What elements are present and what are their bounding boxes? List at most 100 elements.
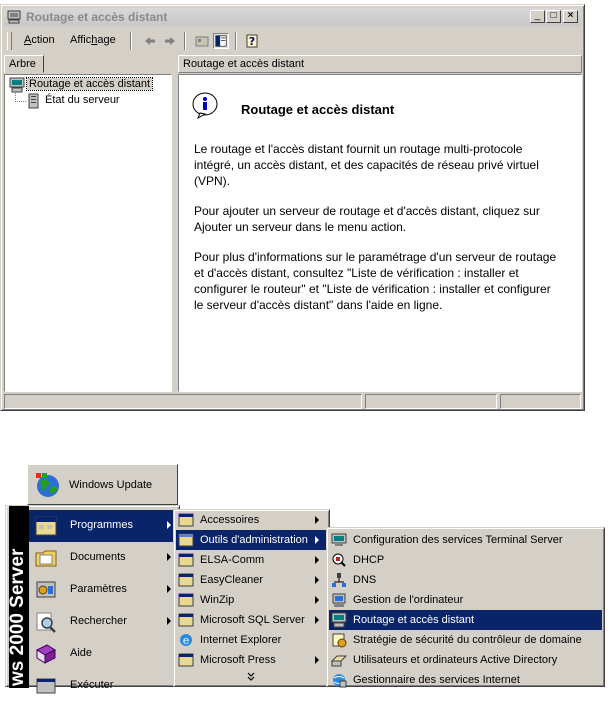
start-item-search[interactable]: Rechercher [29, 606, 179, 638]
toolbar-grip[interactable] [7, 32, 12, 50]
tab-tree-label: Arbre [9, 58, 36, 70]
rras-window: Routage et accès distant _ □ × Action Af… [0, 4, 585, 411]
submenu-arrow-icon [315, 536, 319, 544]
help-book-icon [35, 644, 57, 664]
title-bar[interactable]: Routage et accès distant _ □ × [4, 8, 581, 26]
program-group-icon [178, 613, 194, 627]
submenu-arrow-icon [315, 576, 319, 584]
program-group-icon [178, 573, 194, 587]
content-paragraph: Le routage et l'accès distant fournit un… [194, 142, 539, 188]
up-level-icon[interactable] [194, 33, 210, 49]
program-item-label: Internet Explorer [200, 634, 282, 646]
program-group-icon [178, 553, 194, 567]
search-icon [36, 612, 56, 633]
status-cell [500, 394, 581, 409]
computer-management-icon [332, 593, 346, 607]
status-cell [365, 394, 497, 409]
admin-tool-item[interactable]: DHCP [329, 550, 602, 570]
admin-tool-label: Gestionnaire des services Internet [353, 674, 520, 686]
active-directory-icon [331, 655, 347, 667]
start-item-run[interactable]: Exécuter [29, 670, 179, 702]
content-heading: Routage et accès distant [241, 102, 395, 117]
results-header-label: Routage et accès distant [183, 58, 305, 70]
admin-tool-label: Routage et accès distant [353, 614, 475, 626]
submenu-arrow-icon [167, 617, 171, 625]
back-arrow-icon[interactable] [142, 33, 158, 49]
menu-view[interactable]: Affichage [70, 34, 116, 46]
program-group-icon [178, 593, 194, 607]
close-button[interactable]: × [563, 10, 578, 23]
start-menu: ws 2000 Server Programmes Documents Para… [5, 505, 180, 694]
admin-tool-item[interactable]: Gestionnaire des services Internet [329, 670, 602, 690]
minimize-button[interactable]: _ [530, 10, 545, 23]
submenu-arrow-icon [167, 585, 171, 593]
program-item-admin-tools[interactable]: Outils d'administration [176, 530, 327, 550]
folder-documents-icon [35, 550, 57, 567]
program-item[interactable]: EasyCleaner [176, 570, 327, 590]
start-menu-band: ws 2000 Server [9, 506, 29, 688]
submenu-arrow-icon [167, 553, 171, 561]
admin-tool-label: DNS [353, 574, 377, 586]
tree-item-label: État du serveur [45, 94, 120, 106]
svg-text:?: ? [249, 35, 255, 48]
admin-tool-item[interactable]: DNS [329, 570, 602, 590]
iis-manager-icon [333, 674, 347, 688]
admin-tool-item[interactable]: Stratégie de sécurité du contrôleur de d… [329, 630, 602, 650]
program-group-icon [178, 653, 194, 667]
start-item-documents[interactable]: Documents [29, 542, 179, 574]
programs-submenu: Accessoires Outils d'administration ELSA… [173, 509, 330, 687]
band-text: ws 2000 Server [9, 548, 28, 686]
programs-icon [35, 516, 57, 536]
program-item-label: ELSA-Comm [200, 554, 265, 566]
start-item-label: Programmes [70, 519, 133, 531]
start-item-label: Exécuter [70, 679, 114, 691]
tree-item-server-status[interactable]: État du serveur [25, 93, 165, 109]
maximize-button[interactable]: □ [546, 10, 561, 23]
submenu-arrow-icon [315, 556, 319, 564]
program-item[interactable]: Accessoires [176, 510, 327, 530]
program-item-label: WinZip [200, 594, 235, 606]
show-tree-icon[interactable] [213, 33, 229, 49]
security-policy-icon [332, 633, 347, 648]
dns-icon [332, 573, 346, 587]
content-paragraph: Pour ajouter un serveur de routage et d'… [194, 204, 540, 234]
windows-update-item[interactable]: Windows Update [27, 464, 178, 505]
admin-tool-item[interactable]: Gestion de l'ordinateur [329, 590, 602, 610]
admin-tool-label: Configuration des services Terminal Serv… [353, 534, 563, 546]
status-cell [4, 394, 362, 409]
submenu-arrow-icon [315, 656, 319, 664]
program-item-label: Microsoft Press [200, 654, 276, 666]
admin-tool-item-rras[interactable]: Routage et accès distant [329, 610, 602, 630]
admin-tool-item[interactable]: Utilisateurs et ordinateurs Active Direc… [329, 650, 602, 670]
toolbar-separator [130, 32, 132, 50]
submenu-arrow-icon [315, 596, 319, 604]
content-paragraph: Pour plus d'informations sur le paramétr… [194, 250, 557, 312]
expand-chevron-icon[interactable] [246, 672, 256, 682]
tree-item-rras[interactable]: Routage et accès distant [9, 77, 169, 93]
terminal-server-icon [331, 533, 347, 546]
admin-tools-submenu: Configuration des services Terminal Serv… [326, 527, 605, 690]
window-title: Routage et accès distant [26, 10, 168, 24]
admin-tool-item[interactable]: Configuration des services Terminal Serv… [329, 530, 602, 550]
menu-action[interactable]: Action [24, 34, 55, 46]
submenu-arrow-icon [315, 616, 319, 624]
start-item-programs[interactable]: Programmes [29, 510, 179, 542]
admin-tool-label: DHCP [353, 554, 385, 566]
program-item-label: EasyCleaner [200, 574, 263, 586]
tree-item-label: Routage et accès distant [25, 77, 154, 91]
submenu-arrow-icon [167, 521, 171, 529]
program-item[interactable]: Microsoft SQL Server [176, 610, 327, 630]
program-item[interactable]: WinZip [176, 590, 327, 610]
toolbar-separator [235, 32, 237, 50]
help-icon[interactable]: ? [245, 33, 261, 49]
program-item[interactable]: e Internet Explorer [176, 630, 327, 650]
server-status-icon [28, 93, 39, 109]
start-item-settings[interactable]: Paramètres [29, 574, 179, 606]
admin-tool-label: Stratégie de sécurité du contrôleur de d… [353, 634, 582, 646]
program-item[interactable]: Microsoft Press [176, 650, 327, 670]
tab-tree[interactable]: Arbre [4, 55, 44, 73]
start-item-help[interactable]: Aide [29, 638, 179, 670]
program-group-icon [178, 533, 194, 547]
program-item[interactable]: ELSA-Comm [176, 550, 327, 570]
forward-arrow-icon[interactable] [162, 33, 178, 49]
